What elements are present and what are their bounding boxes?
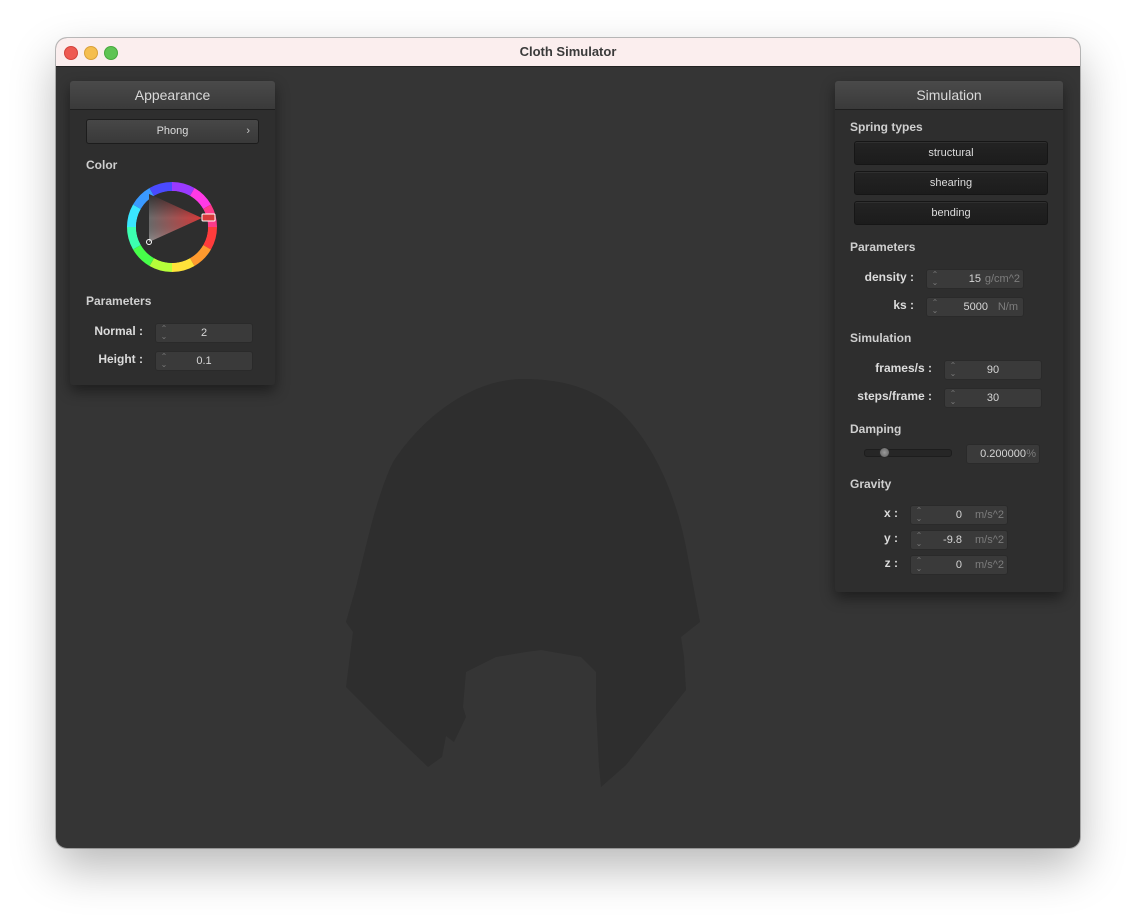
normal-value: 2 xyxy=(200,327,208,339)
simulation-section-label: Simulation xyxy=(850,331,912,345)
gravity-x-value: 0 xyxy=(955,509,962,521)
density-label: density : xyxy=(864,270,914,284)
window-title: Cloth Simulator xyxy=(519,44,617,59)
damping-slider[interactable] xyxy=(864,449,952,457)
fps-label: frames/s : xyxy=(875,361,932,375)
spinner-icon[interactable]: ⌃ ⌄ xyxy=(931,299,939,315)
spinner-icon[interactable]: ⌃ ⌄ xyxy=(915,532,923,548)
simulation-panel-header[interactable]: Simulation xyxy=(835,81,1063,110)
normal-field[interactable]: ⌃ ⌄ 2 xyxy=(155,323,253,343)
ks-value: 5000 xyxy=(963,301,988,313)
steps-value: 30 xyxy=(986,392,1000,404)
gravity-y-value: -9.8 xyxy=(943,534,962,546)
appearance-panel: Appearance Phong › Color Parameters Norm… xyxy=(70,81,275,385)
spinner-icon[interactable]: ⌃ ⌄ xyxy=(915,557,923,573)
density-value: 15 xyxy=(968,273,981,285)
gravity-z-label: z : xyxy=(884,556,898,570)
structural-toggle-button[interactable]: structural xyxy=(854,141,1048,165)
normal-label: Normal : xyxy=(94,324,143,338)
color-label: Color xyxy=(86,158,118,172)
spinner-icon[interactable]: ⌃ ⌄ xyxy=(915,507,923,523)
gravity-x-label: x : xyxy=(883,506,898,520)
density-unit: g/cm^2 xyxy=(984,273,1020,285)
app-window: Cloth Simulator Appearance Phong › Color xyxy=(56,38,1080,848)
ks-label: ks : xyxy=(893,298,914,312)
shader-dropdown[interactable]: Phong › xyxy=(86,119,259,144)
ks-field[interactable]: ⌃ ⌄ 5000 N/m xyxy=(926,297,1024,317)
fps-value: 90 xyxy=(986,364,1000,376)
spinner-icon[interactable]: ⌃ ⌄ xyxy=(931,271,939,287)
steps-field[interactable]: ⌃ ⌄ 30 xyxy=(944,388,1042,408)
gravity-x-field[interactable]: ⌃ ⌄ 0 m/s^2 xyxy=(910,505,1008,525)
gravity-z-value: 0 xyxy=(955,559,962,571)
damping-unit: % xyxy=(1026,448,1036,460)
height-value: 0.1 xyxy=(196,355,212,367)
gravity-z-field[interactable]: ⌃ ⌄ 0 m/s^2 xyxy=(910,555,1008,575)
steps-label: steps/frame : xyxy=(857,389,932,403)
simulation-parameters-label: Parameters xyxy=(850,240,916,254)
gravity-y-unit: m/s^2 xyxy=(975,534,1004,546)
shearing-toggle-button[interactable]: shearing xyxy=(854,171,1048,195)
gravity-y-field[interactable]: ⌃ ⌄ -9.8 m/s^2 xyxy=(910,530,1008,550)
simulation-panel: Simulation Spring types structural shear… xyxy=(835,81,1063,592)
appearance-panel-header[interactable]: Appearance xyxy=(70,81,275,110)
damping-field[interactable]: 0.200000 % xyxy=(966,444,1040,464)
render-viewport[interactable]: Appearance Phong › Color Parameters Norm… xyxy=(56,67,1080,848)
chevron-right-icon: › xyxy=(246,125,250,137)
fps-field[interactable]: ⌃ ⌄ 90 xyxy=(944,360,1042,380)
bending-toggle-button[interactable]: bending xyxy=(854,201,1048,225)
spring-types-label: Spring types xyxy=(850,120,923,134)
gravity-label: Gravity xyxy=(850,477,892,491)
ks-unit: N/m xyxy=(997,301,1018,313)
density-field[interactable]: ⌃ ⌄ 15 g/cm^2 xyxy=(926,269,1024,289)
shader-dropdown-label: Phong xyxy=(156,125,189,137)
height-label: Height : xyxy=(98,352,143,366)
height-field[interactable]: ⌃ ⌄ 0.1 xyxy=(155,351,253,371)
title-bar: Cloth Simulator xyxy=(56,38,1080,67)
gravity-z-unit: m/s^2 xyxy=(975,559,1004,571)
appearance-parameters-label: Parameters xyxy=(86,294,152,308)
gravity-x-unit: m/s^2 xyxy=(975,509,1004,521)
gravity-y-label: y : xyxy=(883,531,898,545)
color-wheel[interactable] xyxy=(117,172,227,282)
damping-label: Damping xyxy=(850,422,902,436)
damping-value: 0.200000 xyxy=(980,448,1026,460)
hue-selector-handle[interactable] xyxy=(201,213,216,222)
